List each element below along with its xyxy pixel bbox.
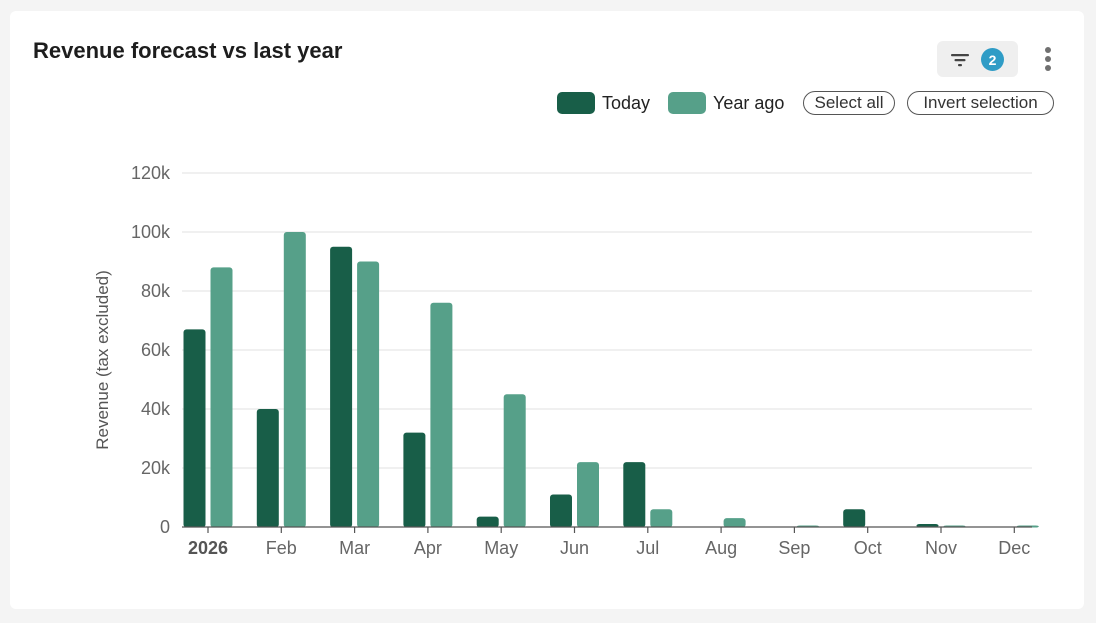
y-tick-label: 60k [141, 340, 171, 360]
bar-today[interactable] [330, 246, 353, 528]
x-tick-label: Aug [705, 538, 737, 558]
bar-today[interactable] [550, 494, 572, 528]
bar-year-ago[interactable] [650, 509, 673, 528]
bar-year-ago[interactable] [283, 232, 306, 528]
x-tick-label: Mar [339, 538, 370, 558]
bar-year-ago[interactable] [210, 267, 233, 528]
y-axis-ticks: 0 20k 40k 60k 80k 100k 120k [131, 163, 171, 537]
y-tick-label: 40k [141, 399, 171, 419]
y-tick-label: 100k [131, 222, 171, 242]
bar-year-ago[interactable] [723, 518, 746, 528]
x-tick-label: Oct [854, 538, 882, 558]
bar-year-ago[interactable] [430, 302, 453, 528]
x-tick-label: 2026 [188, 538, 228, 558]
bar-today[interactable] [843, 509, 866, 528]
x-tick-label: Nov [925, 538, 957, 558]
bars [183, 232, 1039, 528]
chart-card: Revenue forecast vs last year 2 Today Ye… [10, 11, 1084, 609]
bar-today[interactable] [623, 462, 646, 528]
x-tick-label: May [484, 538, 518, 558]
grid-lines [182, 172, 1032, 469]
x-tick-label: Apr [414, 538, 442, 558]
x-tick-label: Jul [636, 538, 659, 558]
bar-year-ago[interactable] [357, 261, 380, 528]
bar-year-ago[interactable] [577, 462, 599, 528]
bar-today[interactable] [183, 329, 206, 528]
x-tick-label: Jun [560, 538, 589, 558]
y-tick-label: 0 [160, 517, 170, 537]
bar-chart: 0 20k 40k 60k 80k 100k 120k 2026 Feb Mar Apr May Ju… [93, 163, 1039, 558]
x-tick-label: Feb [266, 538, 297, 558]
bar-today[interactable] [256, 409, 279, 528]
x-tick-label: Dec [998, 538, 1030, 558]
bar-today[interactable] [476, 516, 499, 528]
x-tick-label: Sep [778, 538, 810, 558]
y-tick-label: 80k [141, 281, 171, 301]
x-axis-ticks: 2026 Feb Mar Apr May Jun Jul Aug Sep Oct Nov Dec [188, 527, 1030, 558]
bar-today[interactable] [403, 432, 426, 528]
y-tick-label: 120k [131, 163, 171, 183]
y-axis-label: Revenue (tax excluded) [93, 270, 112, 450]
y-tick-label: 20k [141, 458, 171, 478]
bar-year-ago[interactable] [503, 394, 526, 528]
